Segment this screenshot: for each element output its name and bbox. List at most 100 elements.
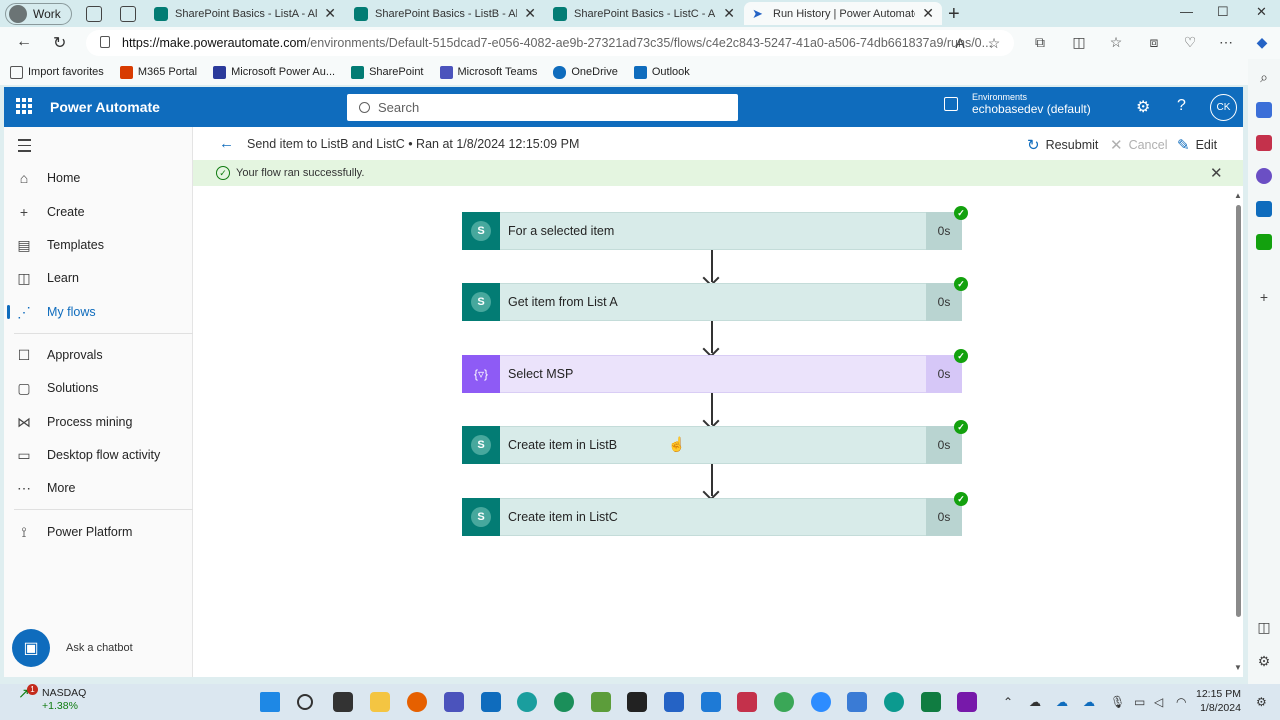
favorites-icon[interactable]: ☆ (1108, 34, 1124, 50)
teams-icon[interactable] (444, 692, 464, 712)
browser-tab-listb[interactable]: SharePoint Basics - ListB - All Items ✕ (346, 2, 544, 25)
powershell-icon[interactable] (664, 692, 684, 712)
nav-item-home[interactable]: ⌂ Home (4, 163, 193, 193)
search-input[interactable]: Search (347, 94, 738, 121)
more-menu-icon[interactable]: ⋯ (1218, 34, 1234, 50)
start-icon[interactable] (260, 692, 280, 712)
chatbot-button[interactable]: ▣ (12, 629, 50, 667)
address-field[interactable]: https://make.powerautomate.com/environme… (86, 30, 1014, 56)
terminal-icon[interactable] (627, 692, 647, 712)
nav-item-create[interactable]: + Create (4, 197, 193, 227)
hamburger-menu-icon[interactable] (18, 139, 31, 156)
notifications-icon[interactable]: ⚙ (1256, 695, 1267, 709)
snagit-icon[interactable] (847, 692, 867, 712)
browser-icon[interactable] (774, 692, 794, 712)
task-view-icon[interactable] (333, 692, 353, 712)
onedrive-work-icon[interactable]: ☁ (1083, 695, 1095, 709)
split-screen-icon[interactable]: ◫ (1071, 34, 1087, 50)
firefox-icon[interactable] (407, 692, 427, 712)
scroll-up-icon[interactable]: ▲ (1234, 191, 1242, 200)
workspaces-icon[interactable] (85, 5, 102, 22)
favorite-power-automate[interactable]: Microsoft Power Au... (213, 65, 335, 79)
app-icon[interactable] (737, 692, 757, 712)
vscode-icon[interactable] (701, 692, 721, 712)
tools-icon[interactable] (1256, 135, 1272, 151)
outlook-icon[interactable] (481, 692, 501, 712)
close-tab-icon[interactable]: ✕ (324, 5, 336, 22)
flow-step-get-item-from-list-a[interactable]: S Get item from List A 0s ✓ (462, 277, 968, 321)
refresh-icon[interactable]: ↻ (53, 33, 66, 53)
resubmit-button[interactable]: ↻ Resubmit (1027, 136, 1098, 154)
dismiss-banner-icon[interactable]: ✕ (1210, 164, 1223, 182)
tray-overflow-icon[interactable]: ⌃ (1003, 695, 1013, 709)
network-icon[interactable]: ◠ (1176, 695, 1186, 709)
tab-actions-icon[interactable] (119, 5, 136, 22)
nav-item-process-mining[interactable]: ⋈ Process mining (4, 407, 193, 437)
nav-item-my-flows[interactable]: ⋰ My flows (4, 297, 193, 327)
extensions-icon[interactable]: ⧉ (1032, 34, 1048, 50)
m365-icon[interactable] (1256, 168, 1272, 184)
nav-item-more[interactable]: ⋯ More (4, 473, 193, 503)
favorite-teams[interactable]: Microsoft Teams (439, 65, 537, 79)
back-arrow-icon[interactable]: ← (219, 135, 234, 152)
new-tab-icon[interactable]: + (948, 3, 960, 26)
file-explorer-icon[interactable] (370, 692, 390, 712)
flow-step-select-msp[interactable]: {▿} Select MSP 0s ✓ (462, 349, 968, 393)
edge-beta-icon[interactable] (517, 692, 537, 712)
cancel-button[interactable]: ✕ Cancel (1110, 136, 1168, 154)
add-icon[interactable]: + (1256, 289, 1272, 305)
app-launcher-icon[interactable] (16, 98, 32, 114)
collections-icon[interactable]: ⧈ (1146, 34, 1162, 50)
shopping-icon[interactable] (1256, 102, 1272, 118)
nav-item-solutions[interactable]: ▢ Solutions (4, 373, 193, 403)
favorite-onedrive[interactable]: OneDrive (553, 65, 618, 79)
vertical-scrollbar[interactable]: ▲ ▼ (1233, 187, 1243, 677)
cloud-icon[interactable]: ☁ (1029, 695, 1041, 709)
system-clock[interactable]: 12:15 PM 1/8/2024 (1196, 687, 1241, 715)
minimize-icon[interactable]: — (1180, 4, 1193, 19)
close-tab-icon[interactable]: ✕ (524, 5, 536, 22)
browser-essentials-icon[interactable]: ♡ (1182, 34, 1198, 50)
nav-item-power-platform[interactable]: ⟟ Power Platform (4, 517, 193, 547)
notepad-icon[interactable] (591, 692, 611, 712)
favorite-star-icon[interactable]: ☆ (986, 35, 1002, 51)
favorite-outlook[interactable]: Outlook (633, 65, 690, 79)
stock-widget[interactable]: ↗ 1 NASDAQ +1.38% (18, 684, 86, 713)
zoom-icon[interactable] (811, 692, 831, 712)
onedrive-icon[interactable]: ☁ (1056, 695, 1068, 709)
sidebar-toggle-icon[interactable]: ◫ (1256, 619, 1272, 635)
browser-tab-lista[interactable]: SharePoint Basics - ListA - All Items ✕ (146, 2, 344, 25)
drop-icon[interactable] (1256, 234, 1272, 250)
edge-icon[interactable] (884, 692, 904, 712)
nav-item-templates[interactable]: ▤ Templates (4, 230, 193, 260)
microphone-icon[interactable]: 🎙 (1110, 695, 1125, 709)
flow-step-create-item-in-listb[interactable]: S Create item in ListB 0s ✓ (462, 420, 968, 464)
onenote-icon[interactable] (957, 692, 977, 712)
settings-icon[interactable]: ⚙ (1136, 97, 1150, 117)
help-icon[interactable]: ? (1177, 97, 1186, 115)
copilot-icon[interactable]: ◆ (1254, 34, 1270, 50)
scroll-down-icon[interactable]: ▼ (1234, 663, 1242, 672)
flow-step-create-item-in-listc[interactable]: S Create item in ListC 0s ✓ (462, 492, 968, 536)
nav-item-learn[interactable]: ◫ Learn (4, 263, 193, 293)
maximize-icon[interactable]: ☐ (1217, 4, 1229, 20)
environment-picker[interactable]: Environments echobasedev (default) (944, 92, 1091, 116)
scrollbar-thumb[interactable] (1236, 205, 1241, 617)
close-window-icon[interactable]: ✕ (1256, 4, 1267, 20)
search-icon[interactable]: ⌕ (1256, 69, 1272, 85)
favorite-sharepoint[interactable]: SharePoint (351, 65, 424, 79)
nav-item-desktop-flow-activity[interactable]: ▭ Desktop flow activity (4, 440, 193, 470)
favorite-import[interactable]: Import favorites (10, 65, 104, 79)
nav-item-approvals[interactable]: ☐ Approvals (4, 340, 193, 370)
profile-button[interactable]: Work (5, 2, 72, 25)
edge-dev-icon[interactable] (554, 692, 574, 712)
browser-tab-listc[interactable]: SharePoint Basics - ListC - All Items ✕ (545, 2, 743, 25)
close-tab-icon[interactable]: ✕ (723, 5, 735, 22)
flow-step-for-a-selected-item[interactable]: S For a selected item 0s ✓ (462, 206, 968, 250)
app-title[interactable]: Power Automate (50, 99, 160, 115)
settings-icon[interactable]: ⚙ (1256, 653, 1272, 669)
favorite-m365[interactable]: M365 Portal (119, 65, 197, 79)
back-icon[interactable]: ← (16, 33, 32, 51)
avatar[interactable]: CK (1210, 94, 1237, 121)
browser-tab-run-history[interactable]: ➤ Run History | Power Automate ✕ (744, 2, 942, 25)
